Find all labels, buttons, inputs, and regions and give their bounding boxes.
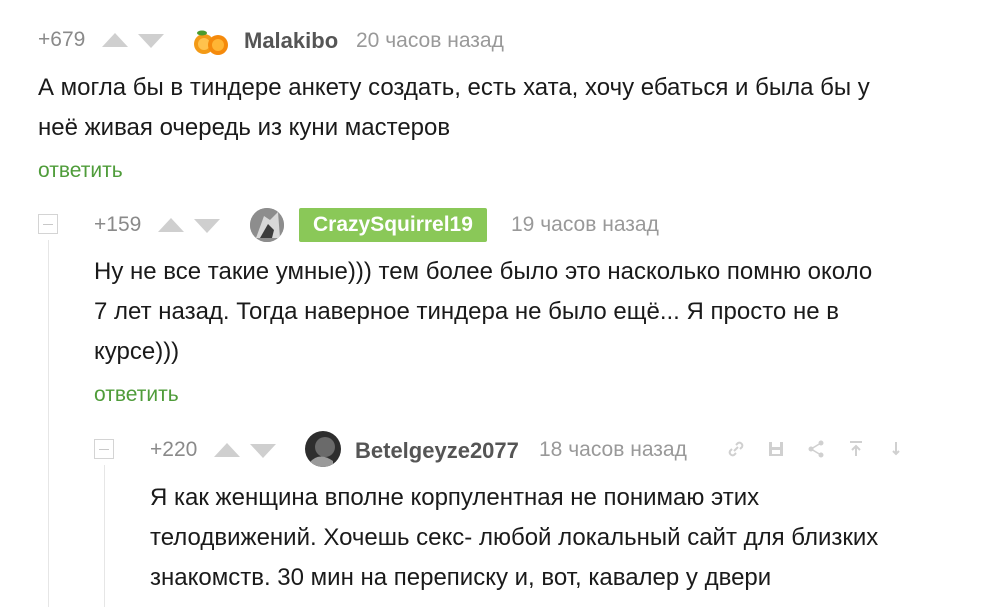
comment-body: А могла бы в тиндере анкету создать, ест… bbox=[38, 68, 978, 148]
comment-rating: +679 bbox=[38, 28, 86, 51]
comment-rating: +220 bbox=[150, 438, 198, 461]
reply-link[interactable]: ответить bbox=[94, 383, 179, 407]
down-icon[interactable] bbox=[886, 439, 906, 464]
avatar[interactable] bbox=[250, 208, 284, 242]
share-icon[interactable] bbox=[806, 439, 826, 464]
avatar[interactable] bbox=[305, 431, 341, 467]
comment-time[interactable]: 18 часов назад bbox=[539, 438, 687, 462]
reply-link[interactable]: ответить bbox=[38, 159, 123, 183]
comment-text-line: знакомств. 30 мин на переписку и, вот, к… bbox=[150, 564, 772, 591]
author-badge[interactable]: CrazySquirrel19 bbox=[299, 208, 487, 242]
upvote-icon[interactable] bbox=[214, 443, 240, 457]
comment-3: +220 Betelgeyze2077 18 часов назад Я как… bbox=[0, 425, 1000, 607]
link-icon[interactable] bbox=[726, 439, 746, 464]
up-to-parent-icon[interactable] bbox=[846, 439, 866, 464]
upvote-icon[interactable] bbox=[102, 33, 128, 47]
comment-text-line: Ну не все такие умные))) тем более было … bbox=[94, 258, 873, 285]
comment-author[interactable]: Betelgeyze2077 bbox=[355, 438, 519, 464]
downvote-icon[interactable] bbox=[250, 444, 276, 458]
comment-time[interactable]: 19 часов назад bbox=[511, 213, 659, 237]
comment-rating: +159 bbox=[94, 213, 142, 236]
comment-time[interactable]: 20 часов назад bbox=[356, 29, 504, 53]
upvote-icon[interactable] bbox=[158, 218, 184, 232]
comment-text-line: Я как женщина вполне корпулентная не пон… bbox=[150, 484, 760, 511]
comment-actions bbox=[726, 439, 906, 463]
comment-1: +679 Malakibo 20 часов назад А могла бы … bbox=[0, 0, 1000, 200]
comment-2: +159 CrazySquirrel19 19 часов назад Ну н… bbox=[0, 200, 1000, 425]
comment-text-line: А могла бы в тиндере анкету создать, ест… bbox=[38, 74, 870, 101]
comment-text-line: телодвижений. Хочешь секс- любой локальн… bbox=[150, 524, 879, 551]
comment-text-line: неё живая очередь из куни мастеров bbox=[38, 114, 451, 141]
downvote-icon[interactable] bbox=[138, 34, 164, 48]
avatar-oranges[interactable] bbox=[192, 28, 230, 56]
comment-body: Я как женщина вполне корпулентная не пон… bbox=[150, 478, 980, 598]
comment-text-line: 7 лет назад. Тогда наверное тиндера не б… bbox=[94, 298, 839, 325]
comment-text-line: курсе))) bbox=[94, 338, 180, 365]
comment-author[interactable]: Malakibo bbox=[244, 28, 338, 54]
downvote-icon[interactable] bbox=[194, 219, 220, 233]
save-icon[interactable] bbox=[766, 439, 786, 464]
comment-body: Ну не все такие умные))) тем более было … bbox=[94, 252, 974, 372]
